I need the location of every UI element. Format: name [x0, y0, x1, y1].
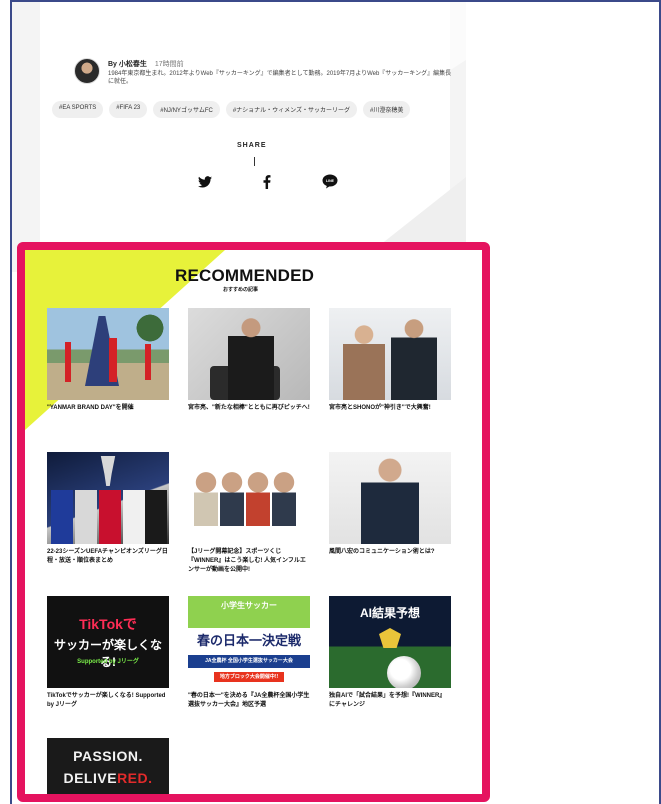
article-title[interactable]: 【Jリーグ開幕記念】スポーツくじ『WINNER』はこう楽しむ! 人気インフルエン… — [188, 548, 310, 575]
article-thumbnail[interactable] — [47, 452, 169, 544]
article-thumbnail[interactable]: PASSION. DELIVERED. — [47, 738, 169, 794]
thumb-text: DELIVERED. — [63, 770, 153, 786]
twitter-icon[interactable] — [198, 175, 212, 188]
tag-item[interactable]: #ナショナル・ウィメンズ・サッカーリーグ — [225, 101, 358, 118]
recommended-title: RECOMMENDED — [175, 266, 315, 285]
article-title[interactable]: TikTokでサッカーが楽しくなる! Supported by Jリーグ — [47, 692, 169, 710]
author-box: By 小松春生 17時間前 1984年東京都生まれ。2012年よりWeb『サッカ… — [74, 58, 459, 90]
recommended-card[interactable]: 22-23シーズンUEFAチャンピオンズリーグ日程・放送・順位表まとめ — [47, 452, 169, 566]
thumb-text: 小学生サッカー — [221, 601, 277, 610]
tag-item[interactable]: #EA SPORTS — [52, 101, 104, 118]
article-title[interactable]: "YANMAR BRAND DAY"を開催 — [47, 404, 169, 413]
share-divider — [254, 157, 255, 166]
recommended-subtitle: おすすめの記事 — [223, 287, 259, 293]
recommended-highlight-box: RECOMMENDED おすすめの記事 "YANMAR BRAND DAY"を開… — [17, 242, 490, 802]
recommended-card[interactable]: 宮市亮とSHONOが"神引き"で大興奮! — [329, 308, 451, 413]
author-byline: By 小松春生 17時間前 — [108, 59, 184, 69]
thumb-text: Supported by Jリーグ — [77, 659, 139, 665]
thumb-text: 地方ブロック大会開催中!! — [214, 672, 284, 682]
article-thumbnail[interactable] — [47, 308, 169, 400]
thumb-text: 春の日本一決定戦 — [196, 633, 301, 648]
line-icon[interactable]: LINE — [322, 174, 338, 189]
facebook-icon[interactable] — [263, 174, 271, 189]
thumb-text: JA全農杯 全国小学生選抜サッカー大会 — [205, 658, 293, 664]
recommended-card[interactable]: "YANMAR BRAND DAY"を開催 — [47, 308, 169, 413]
recommended-card[interactable]: 【Jリーグ開幕記念】スポーツくじ『WINNER』はこう楽しむ! 人気インフルエン… — [188, 452, 310, 575]
article-title[interactable]: "春の日本一"を決める『JA全農杯全国小学生選抜サッカー大会』地区予選 — [188, 692, 310, 710]
article-thumbnail[interactable] — [329, 308, 451, 400]
share-label: SHARE — [237, 142, 267, 149]
recommended-card[interactable]: 小学生サッカー 春の日本一決定戦 JA全農杯 全国小学生選抜サッカー大会 地方ブ… — [188, 596, 310, 710]
thumb-text: TikTokで — [79, 616, 137, 632]
author-bio: 1984年東京都生まれ。2012年よりWeb『サッカーキング』で編集者として勤務… — [108, 71, 452, 85]
thumb-text: AI結果予想 — [359, 606, 420, 620]
article-title[interactable]: 22-23シーズンUEFAチャンピオンズリーグ日程・放送・順位表まとめ — [47, 548, 169, 566]
article-title[interactable]: 宮市亮、"新たな相棒"とともに再びピッチへ! — [188, 404, 310, 413]
tag-list: #EA SPORTS #FIFA 23 #NJ/NYゴッサムFC #ナショナル・… — [52, 101, 411, 118]
crown-badge-icon — [379, 628, 401, 648]
tag-item[interactable]: #FIFA 23 — [109, 101, 148, 118]
recommended-card[interactable]: TikTokで サッカーが楽しくなる! Supported by Jリーグ Ti… — [47, 596, 169, 710]
article-title[interactable]: 宮市亮とSHONOが"神引き"で大興奮! — [329, 404, 451, 413]
article-thumbnail[interactable]: TikTokで サッカーが楽しくなる! Supported by Jリーグ — [47, 596, 169, 688]
article-thumbnail[interactable] — [188, 452, 310, 544]
right-blank-area — [466, 0, 661, 804]
article-thumbnail[interactable] — [188, 308, 310, 400]
article-title[interactable]: 独自AIで「試合結果」を予想!『WINNER』にチャレンジ — [329, 692, 451, 710]
post-time: 17時間前 — [154, 61, 184, 68]
recommended-card[interactable]: PASSION. DELIVERED. — [47, 738, 169, 794]
article-thumbnail[interactable]: AI結果予想 — [329, 596, 451, 688]
article-thumbnail[interactable]: 小学生サッカー 春の日本一決定戦 JA全農杯 全国小学生選抜サッカー大会 地方ブ… — [188, 596, 310, 688]
article-title[interactable]: 風間八宏のコミュニケーション術とは? — [329, 548, 451, 557]
author-avatar[interactable] — [74, 58, 100, 84]
recommended-card[interactable]: 宮市亮、"新たな相棒"とともに再びピッチへ! — [188, 308, 310, 413]
article-thumbnail[interactable] — [329, 452, 451, 544]
tag-item[interactable]: #NJ/NYゴッサムFC — [153, 101, 220, 118]
soccer-ball-icon — [387, 656, 421, 688]
recommended-card[interactable]: AI結果予想 独自AIで「試合結果」を予想!『WINNER』にチャレンジ — [329, 596, 451, 710]
thumb-text: PASSION. — [73, 748, 143, 764]
share-buttons: LINE — [198, 174, 338, 189]
author-name[interactable]: By 小松春生 — [108, 61, 147, 68]
tag-item[interactable]: #川澄奈穂美 — [363, 101, 411, 118]
line-icon-label: LINE — [326, 179, 335, 183]
recommended-card[interactable]: 風間八宏のコミュニケーション術とは? — [329, 452, 451, 557]
